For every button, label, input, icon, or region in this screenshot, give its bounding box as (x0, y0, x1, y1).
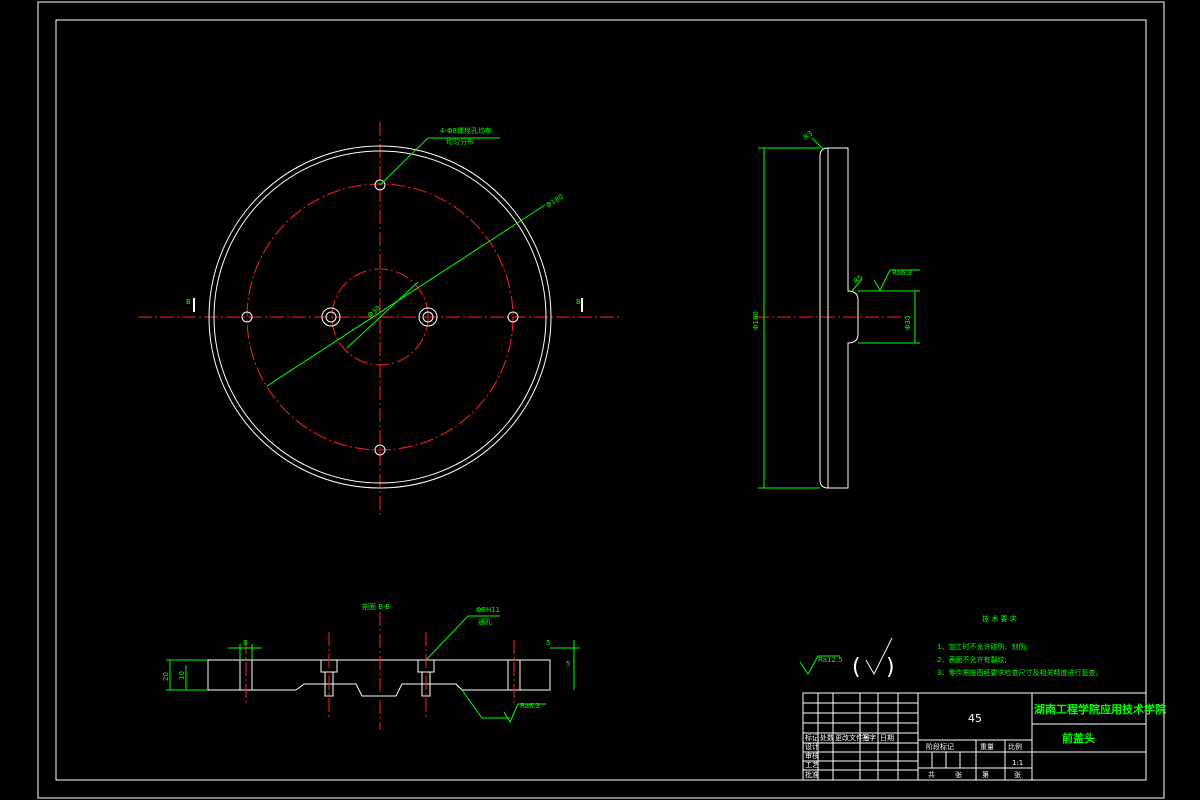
tech-requirements: 技 术 要 求 1、加工时不允许碰伤、划伤; 2、表面不允许有裂纹; 3、零件需… (937, 614, 1102, 677)
hdr-label-4: 日期 (880, 734, 894, 742)
pcd-note-line1: 4-Φ8螺栓孔均布 (440, 126, 492, 135)
section-left-dim: 8 (243, 639, 247, 647)
tech-title: 技 术 要 求 (982, 614, 1017, 623)
sub-label-2: 比例 (1008, 742, 1022, 751)
bottom-label-0: 共 (928, 770, 935, 779)
paren-close: ) (886, 655, 895, 680)
inner-border-frame (55, 19, 1147, 781)
bottom-label-2: 第 (982, 770, 989, 779)
dia-outer-label: Φ180 (545, 193, 565, 210)
front-view: 4-Φ8螺栓孔均布 均匀分布 Φ180 Φ30 B B (138, 122, 622, 515)
section-letter-right: B (576, 298, 581, 306)
hdr-label-3: 签字 (862, 733, 876, 742)
section-roughness-leader (461, 689, 510, 719)
section-title: 剖面 B-B (362, 602, 390, 611)
section-letter-left: B (186, 298, 191, 306)
row-label-0: 设计 (805, 742, 819, 751)
section-height-outer: 20 (162, 672, 170, 681)
section-body (207, 659, 551, 697)
chamfer-label: R5 (852, 273, 864, 285)
section-view: 剖面 B-B 8 20 10 5 5 Φ8H11 通孔 Ra6.3 (162, 602, 580, 730)
part-name: 前盖头 (1062, 731, 1095, 745)
surface-finish: Ra12.5 ( ) (799, 637, 895, 680)
roughness-label: Ra12.5 (818, 656, 843, 664)
section-right-dim-bottom: 5 (566, 660, 570, 668)
section-hole-note1: Φ8H11 (476, 606, 500, 614)
outer-sheet-frame (37, 1, 1165, 799)
tech-item-3: 3、零件需按图纸要求检查尺寸及相关精度进行复查。 (937, 668, 1102, 677)
side-roughness-label: Ra6.3 (892, 269, 912, 277)
row-label-2: 工艺 (805, 761, 819, 769)
bottom-label-1: 张 (955, 770, 962, 779)
tech-item-2: 2、表面不允许有裂纹; (937, 655, 1007, 664)
title-block: 标记 处数 更改文件号 签字 日期 设计 审核 工艺 批准 45 湖南工程学院应… (802, 692, 1166, 781)
row-label-3: 批准 (805, 770, 819, 779)
section-roughness-label: Ra6.3 (520, 702, 540, 710)
paren-open: ( (852, 655, 861, 680)
hdr-label-0: 标记 (805, 733, 819, 742)
row-label-1: 审核 (805, 751, 819, 760)
pcd-note-line2: 均匀分布 (446, 137, 474, 146)
hdr-label-1: 处数 (820, 733, 834, 742)
fillet-label: R3 (802, 129, 814, 141)
section-height-inner: 10 (178, 671, 186, 680)
inner-dia-dimension-line (346, 281, 419, 349)
side-height-label: Φ180 (752, 311, 760, 330)
pcd-leader (379, 137, 500, 186)
tech-item-1: 1、加工时不允许碰伤、划伤; (937, 642, 1028, 651)
section-hole-note2: 通孔 (478, 617, 492, 626)
school-name: 湖南工程学院应用技术学院 (1034, 702, 1166, 716)
side-view: Φ180 Φ30 R3 R5 Ra6.3 (752, 129, 920, 489)
dia-dimension-line (266, 204, 546, 387)
side-profile (819, 147, 859, 489)
material-label: 45 (968, 712, 982, 725)
scale-value: 1:1 (1012, 759, 1023, 767)
boss-dim-label: Φ30 (904, 316, 912, 330)
bottom-label-3: 张 (1014, 770, 1021, 779)
cad-drawing: 4-Φ8螺栓孔均布 均匀分布 Φ180 Φ30 B B Φ180 Φ30 R3 … (37, 1, 1166, 799)
sub-label-0: 阶段标记 (926, 742, 954, 751)
section-right-dim-top: 5 (546, 639, 550, 647)
sub-label-1: 重量 (980, 743, 994, 751)
